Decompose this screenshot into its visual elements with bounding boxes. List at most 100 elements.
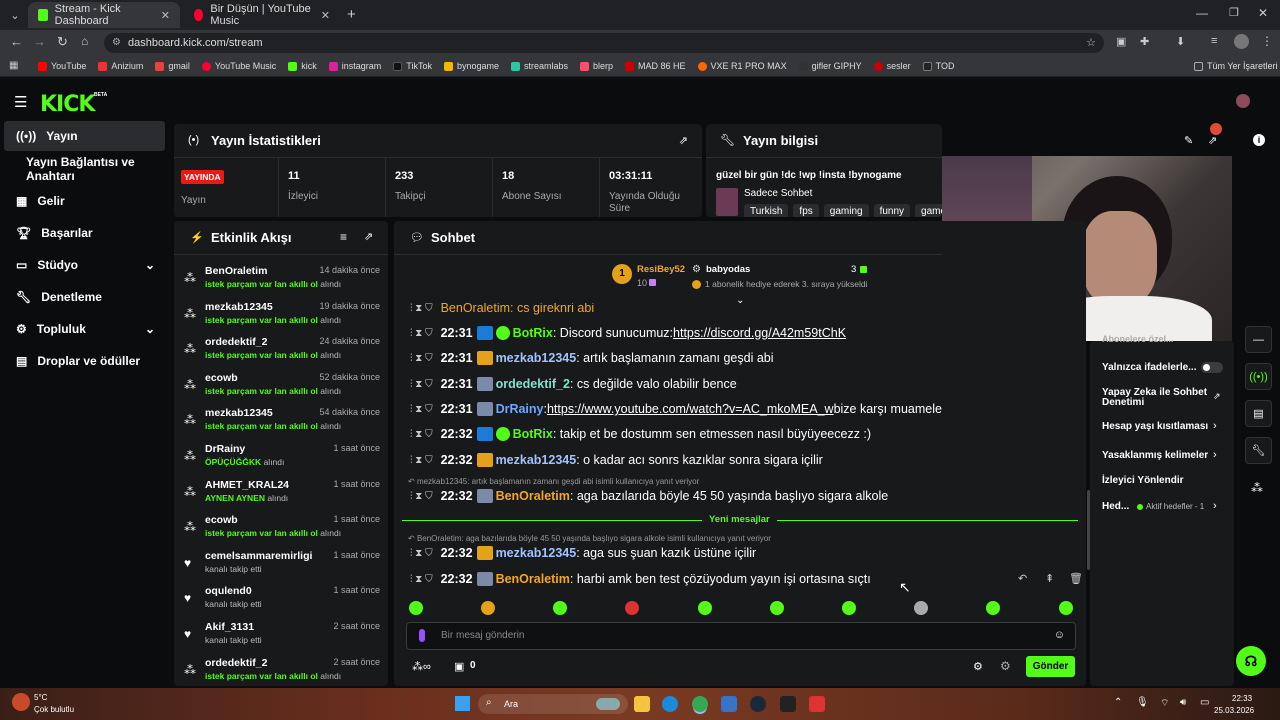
setting-goals[interactable]: Hed... (1102, 501, 1129, 512)
channel-points-icon[interactable]: ⁂∞ (412, 660, 431, 673)
mod-tools-icon[interactable]: ⚙ (1000, 659, 1011, 673)
bookmark-streamlabs[interactable]: streamlabs (511, 61, 568, 71)
wifi-icon[interactable]: ⌔ (1160, 697, 1169, 710)
bookmark-mad86[interactable]: MAD 86 HE (625, 61, 686, 71)
more-menu-icon[interactable]: ⋮ (1261, 34, 1273, 48)
emote-icon[interactable] (842, 601, 856, 615)
app-icon[interactable] (809, 696, 825, 712)
activity-username[interactable]: cemelsammaremirligi (205, 550, 312, 562)
activity-username[interactable]: DrRainy (205, 443, 245, 455)
mod-action-icons[interactable]: ⫶ ⧗ ⛉ (410, 455, 433, 466)
chrome-icon[interactable] (692, 696, 708, 712)
emote-icon[interactable] (1059, 601, 1073, 615)
activity-username[interactable]: BenOraletim (205, 265, 267, 277)
mod-action-icons[interactable]: ⫶ ⧗ ⛉ (410, 429, 433, 440)
bookmark-blerp[interactable]: blerp (580, 61, 613, 71)
activity-item[interactable]: ♥ cemelsammaremirligi 1 saat önce kanalı ta… (184, 550, 380, 580)
emote-icon[interactable] (409, 601, 423, 615)
forward-icon[interactable]: → (33, 34, 46, 49)
bookmark-anizium[interactable]: Anizium (98, 61, 143, 71)
emote-icon[interactable] (986, 601, 1000, 615)
info-icon[interactable]: i (1253, 134, 1265, 146)
mic-icon[interactable] (419, 629, 425, 642)
tab-kick-dashboard[interactable]: Stream - Kick Dashboard ✕ (28, 2, 180, 28)
mod-action-icons[interactable]: ⫶ ⧗ ⛉ (410, 379, 433, 390)
tab-youtube-music[interactable]: Bir Düşün | YouTube Music ✕ (184, 2, 340, 28)
emoji-icon[interactable]: ☺ (1054, 629, 1065, 641)
sidebar-item-studyo[interactable]: ▭ Stüdyo ⌄ (4, 250, 165, 280)
setting-account-age[interactable]: Hesap yaşı kısıtlaması (1102, 421, 1208, 432)
activity-username[interactable]: mezkab12345 (205, 301, 273, 313)
activity-item[interactable]: ⁂ ordedektif_2 24 dakika önce istek parçam … (184, 336, 380, 366)
activity-item[interactable]: ⁂ ecowb 1 saat önce istek parçam var lan ak… (184, 514, 380, 544)
gifter-name[interactable]: babyodas (706, 264, 750, 275)
file-explorer-icon[interactable] (634, 696, 650, 712)
downloads-icon[interactable]: ⬇ (1176, 35, 1185, 48)
activity-item[interactable]: ♥ Akif_3131 2 saat önce kanalı takip etti (184, 621, 380, 651)
side-tool-button[interactable]: 🔧︎ (1245, 437, 1272, 464)
minimize-icon[interactable]: — (1196, 6, 1208, 20)
category-name[interactable]: Sadece Sohbet (744, 188, 812, 199)
new-tab-icon[interactable]: + (347, 6, 356, 23)
chat-message[interactable]: ⫶ ⧗ ⛉ 22:31 BotRix: Discord sunucumuz: htt… (410, 323, 846, 343)
chat-input[interactable]: Bir mesaj gönderin ☺ (406, 622, 1076, 650)
chat-message[interactable]: ⫶ ⧗ ⛉ 22:31 DrRainy: https://www.youtube.c… (410, 399, 942, 419)
settings-gear-icon[interactable]: ⚙ (973, 660, 983, 673)
tag[interactable]: funny (873, 204, 911, 217)
reload-icon[interactable]: ↻ (57, 34, 68, 50)
chat-message[interactable]: ⫶ ⧗ ⛉ 22:32 BotRix: takip et be dostumm se… (410, 424, 871, 444)
activity-username[interactable]: ecowb (205, 514, 238, 526)
bookmark-bynogame[interactable]: bynogame (443, 61, 499, 71)
activity-item[interactable]: ⁂ AHMET_KRAL24 1 saat önce AYNEN AYNEN alın… (184, 479, 380, 509)
tag[interactable]: gaming (823, 204, 869, 217)
support-headset-icon[interactable]: ☊ (1236, 646, 1266, 676)
community-icon[interactable]: ⁂ (1251, 481, 1263, 495)
chat-message[interactable]: ⫶ ⧗ ⛉ 22:32 mezkab12345: aga sus şuan kazı… (410, 543, 756, 563)
steam-icon[interactable] (750, 696, 766, 712)
clock-time[interactable]: 22:33 (1232, 694, 1252, 703)
tag[interactable]: Turkish (744, 204, 789, 217)
mic-tray-icon[interactable]: 🎙︎ (1136, 697, 1149, 708)
popout-icon[interactable]: ⇗ (364, 230, 373, 243)
emote-icon[interactable] (698, 601, 712, 615)
weather-icon[interactable] (12, 693, 30, 711)
tag[interactable]: fps (793, 204, 819, 217)
mod-action-icons[interactable]: ⫶ ⧗ ⛉ (410, 404, 433, 415)
extensions-icon[interactable]: ✚ (1140, 35, 1149, 48)
activity-item[interactable]: ⁂ ecowb 52 dakika önce istek parçam var lan… (184, 372, 380, 402)
chat-message[interactable]: ⫶ ⧗ ⛉ BenOraletim: cs gireknri abi (410, 303, 594, 318)
chat-message[interactable]: ⫶ ⧗ ⛉ 22:32 mezkab12345: o kadar acı sonrs… (410, 450, 823, 470)
side-tool-button[interactable]: — (1245, 326, 1272, 353)
message-link[interactable]: https://www.youtube.com/watch?v=AC_mkoME… (547, 402, 834, 416)
activity-username[interactable]: ecowb (205, 372, 238, 384)
apps-grid-icon[interactable]: ▦ (9, 60, 18, 71)
activity-username[interactable]: ordedektif_2 (205, 336, 267, 348)
chat-username[interactable]: mezkab12345 (496, 351, 577, 365)
sidebar-item-gelir[interactable]: ▦ Gelir (4, 186, 165, 216)
all-bookmarks[interactable]: Tüm Yer İşaretleri (1194, 61, 1278, 71)
chat-username[interactable]: DrRainy (496, 402, 544, 416)
bookmark-tod[interactable]: TOD (922, 61, 954, 71)
setting-emote-only[interactable]: Yalnızca ifadelerle... (1102, 362, 1197, 373)
side-tool-button[interactable]: ▤ (1245, 400, 1272, 427)
mod-action-icons[interactable]: ⫶ ⧗ ⛉ (410, 574, 433, 585)
sidebar-item-denetleme[interactable]: 🔧︎ Denetleme (4, 282, 165, 312)
gift-box-icon[interactable]: ▣ (454, 660, 464, 673)
kick-logo[interactable]: KICK (40, 92, 95, 117)
chat-username[interactable]: BotRix (513, 427, 553, 441)
emote-only-toggle[interactable] (1201, 362, 1223, 373)
filter-icon[interactable]: ≡ (340, 230, 347, 244)
activity-username[interactable]: oqulend0 (205, 585, 252, 597)
sidebar-item-stream-key[interactable]: Yayın Bağlantısı ve Anahtarı (4, 154, 165, 184)
setting-ai-moderation[interactable]: Yapay Zeka ile Sohbet Denetimi (1102, 388, 1212, 408)
leaderboard-user[interactable]: ResiBey52 (637, 264, 685, 275)
chat-message[interactable]: ⫶ ⧗ ⛉ 22:31 ordedektif_2: cs değilde valo … (410, 374, 737, 394)
edit-pencil-icon[interactable]: ✎ (1184, 134, 1193, 147)
activity-item[interactable]: ⁂ mezkab12345 54 dakika önce istek parçam v… (184, 407, 380, 437)
mod-action-icons[interactable]: ⫶ ⧗ ⛉ (410, 353, 433, 364)
setting-raid[interactable]: İzleyici Yönlendir (1102, 475, 1184, 486)
url-input[interactable]: ⚙ dashboard.kick.com/stream ☆ (104, 33, 1104, 53)
chat-username[interactable]: mezkab12345 (496, 546, 577, 560)
pin-icon[interactable]: ⇞ (1045, 572, 1054, 585)
activity-username[interactable]: ordedektif_2 (205, 657, 267, 669)
